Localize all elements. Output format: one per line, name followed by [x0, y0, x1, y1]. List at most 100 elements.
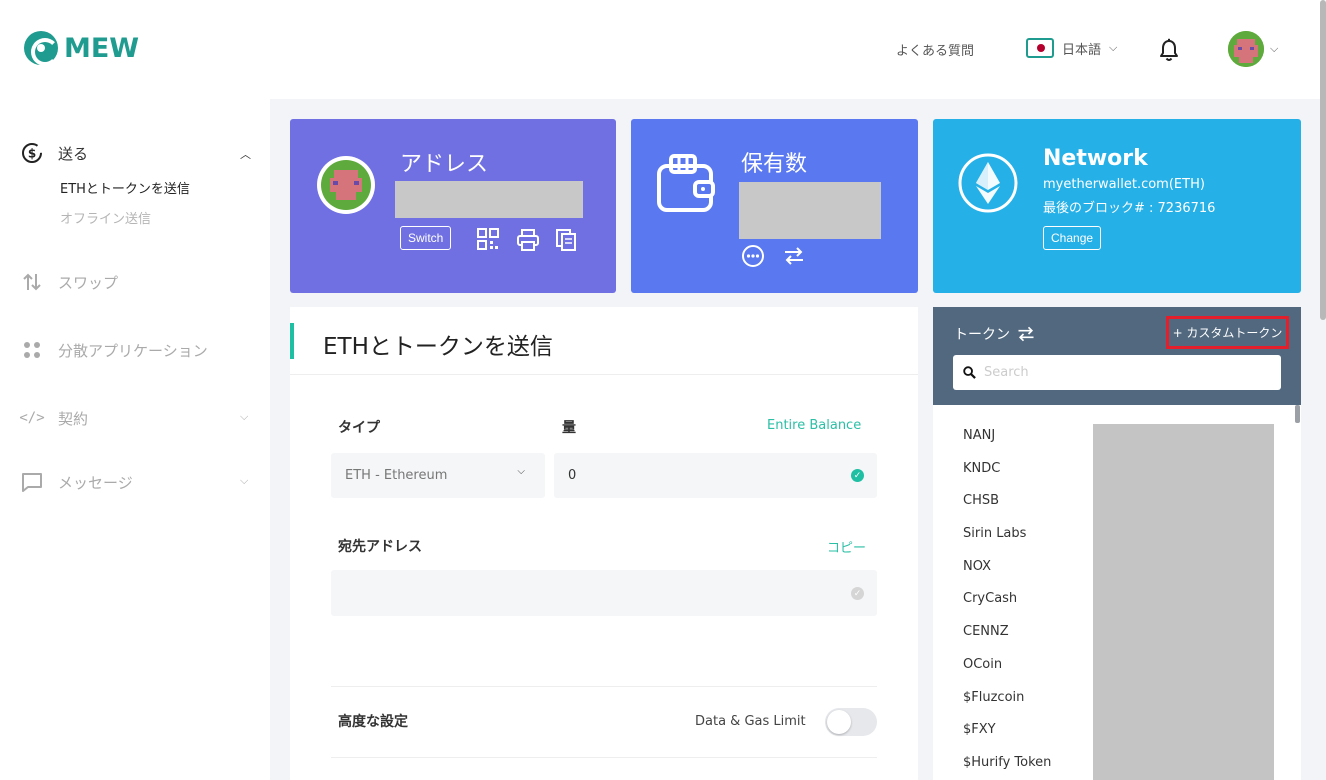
chevron-down-icon: ⌵ [517, 466, 525, 477]
address-card: アドレス Switch [290, 119, 616, 293]
brand-name: MEW [64, 32, 140, 64]
sidebar-item-label: スワップ [58, 273, 119, 292]
token-item[interactable]: $Hurify Token [963, 752, 1051, 780]
data-gas-label: Data & Gas Limit [695, 714, 806, 729]
bell-icon[interactable] [1158, 38, 1180, 62]
chevron-down-icon[interactable]: ⌵ [1270, 42, 1278, 56]
network-card: Network myetherwallet.com(ETH) 最後のブロック# … [933, 119, 1301, 293]
sidebar [0, 99, 270, 780]
network-card-title: Network [1043, 146, 1148, 171]
valid-check-icon: ✓ [851, 469, 864, 482]
refresh-icon[interactable] [782, 244, 806, 268]
wallet-icon [657, 154, 715, 212]
balance-value-redacted [739, 182, 881, 239]
sidebar-item-label: メッセージ [58, 473, 133, 492]
add-custom-token-button[interactable]: + カスタムトークン [1166, 316, 1289, 349]
data-gas-toggle[interactable] [825, 708, 877, 736]
last-block: 最後のブロック# : 7236716 [1043, 201, 1216, 216]
page-scrollbar[interactable] [1320, 0, 1326, 320]
token-item[interactable]: KNDC [963, 458, 1051, 491]
advanced-settings-label: 高度な設定 [338, 714, 408, 730]
message-icon [20, 470, 44, 494]
token-title-label: トークン [954, 327, 1010, 343]
token-item[interactable]: NOX [963, 556, 1051, 589]
token-item[interactable]: CENNZ [963, 621, 1051, 654]
token-list-scrollbar[interactable] [1295, 405, 1300, 423]
token-type-select[interactable]: ETH - Ethereum ⌵ [331, 453, 545, 498]
contract-icon: </> [19, 410, 45, 426]
sidebar-item-swap[interactable]: スワップ [20, 270, 118, 294]
swap-icon [20, 270, 44, 294]
send-icon: $ [20, 141, 44, 165]
amount-input[interactable]: 0 ✓ [554, 453, 877, 498]
copy-link[interactable]: コピー [827, 537, 866, 556]
balance-card: 保有数 [631, 119, 918, 293]
entire-balance-link[interactable]: Entire Balance [767, 418, 861, 433]
send-panel-title: ETHとトークンを送信 [323, 334, 553, 360]
token-list: NANJ KNDC CHSB Sirin Labs NOX CryCash CE… [963, 425, 1051, 780]
avatar-face-icon [1228, 31, 1264, 67]
token-search-input[interactable] [984, 365, 1264, 380]
amount-value: 0 [568, 468, 577, 483]
token-balances-redacted [1093, 424, 1274, 780]
chevron-down-icon: ⌵ [1109, 41, 1118, 54]
token-item[interactable]: CryCash [963, 588, 1051, 621]
refresh-icon[interactable] [1016, 324, 1036, 344]
copy-icon[interactable] [554, 228, 578, 252]
token-panel: トークン + カスタムトークン NANJ KNDC CHSB Sirin Lab… [933, 307, 1301, 780]
to-address-label: 宛先アドレス [338, 539, 422, 555]
address-card-title: アドレス [400, 152, 489, 177]
mew-logo-icon [24, 31, 59, 66]
chevron-down-icon[interactable]: ⌵ [240, 474, 248, 488]
header: MEW よくある質問 日本語 ⌵ ⌵ [0, 0, 1326, 99]
token-item[interactable]: OCoin [963, 654, 1051, 687]
token-item[interactable]: Sirin Labs [963, 523, 1051, 556]
svg-text:$: $ [28, 147, 36, 161]
sidebar-item-send[interactable]: $ 送る [20, 141, 88, 165]
balance-card-title: 保有数 [741, 152, 808, 177]
sidebar-subitem-offline-send[interactable]: オフライン送信 [60, 208, 151, 227]
switch-address-button[interactable]: Switch [400, 226, 452, 250]
title-accent-bar [290, 323, 294, 359]
mew-logo[interactable]: MEW [24, 31, 140, 66]
sidebar-item-label: 分散アプリケーション [58, 341, 208, 360]
faq-link[interactable]: よくある質問 [896, 40, 974, 59]
sidebar-item-message[interactable]: メッセージ [20, 470, 133, 494]
ethereum-icon [958, 153, 1018, 213]
token-item[interactable]: $FXY [963, 719, 1051, 752]
token-item[interactable]: $Fluzcoin [963, 687, 1051, 720]
address-value-redacted [395, 181, 583, 218]
chevron-up-icon[interactable]: ︿ [240, 146, 251, 162]
sidebar-item-dapps[interactable]: 分散アプリケーション [20, 338, 208, 362]
change-network-button[interactable]: Change [1043, 226, 1102, 250]
divider [331, 757, 877, 758]
chevron-down-icon[interactable]: ⌵ [240, 410, 248, 424]
valid-check-icon: ✓ [851, 587, 864, 600]
token-item[interactable]: NANJ [963, 425, 1051, 458]
sidebar-item-label: 送る [58, 144, 89, 163]
divider [290, 374, 918, 375]
network-node: myetherwallet.com(ETH) [1043, 177, 1205, 192]
search-icon [963, 366, 976, 379]
user-avatar[interactable] [1228, 31, 1264, 67]
dapps-icon [20, 338, 44, 362]
japan-flag-icon [1026, 38, 1054, 58]
token-panel-header: トークン + カスタムトークン [933, 307, 1301, 405]
sidebar-subitem-send-eth[interactable]: ETHとトークンを送信 [60, 178, 190, 197]
more-icon[interactable] [741, 244, 765, 268]
token-item[interactable]: CHSB [963, 490, 1051, 523]
divider [331, 686, 877, 687]
to-address-input[interactable]: ✓ [331, 570, 877, 616]
sidebar-item-contract[interactable]: </> 契約 [19, 406, 89, 430]
language-selector[interactable]: 日本語 ⌵ [1026, 38, 1117, 58]
sidebar-item-label: 契約 [58, 409, 89, 428]
type-label: タイプ [338, 420, 380, 436]
language-label: 日本語 [1062, 42, 1102, 58]
print-icon[interactable] [516, 228, 540, 252]
send-panel: ETHとトークンを送信 タイプ 量 Entire Balance ETH - E… [290, 307, 918, 780]
token-title: トークン [954, 324, 1036, 344]
amount-label: 量 [562, 420, 576, 436]
qr-code-icon[interactable] [476, 227, 500, 251]
token-search[interactable] [953, 355, 1281, 390]
token-type-value: ETH - Ethereum [345, 468, 448, 483]
